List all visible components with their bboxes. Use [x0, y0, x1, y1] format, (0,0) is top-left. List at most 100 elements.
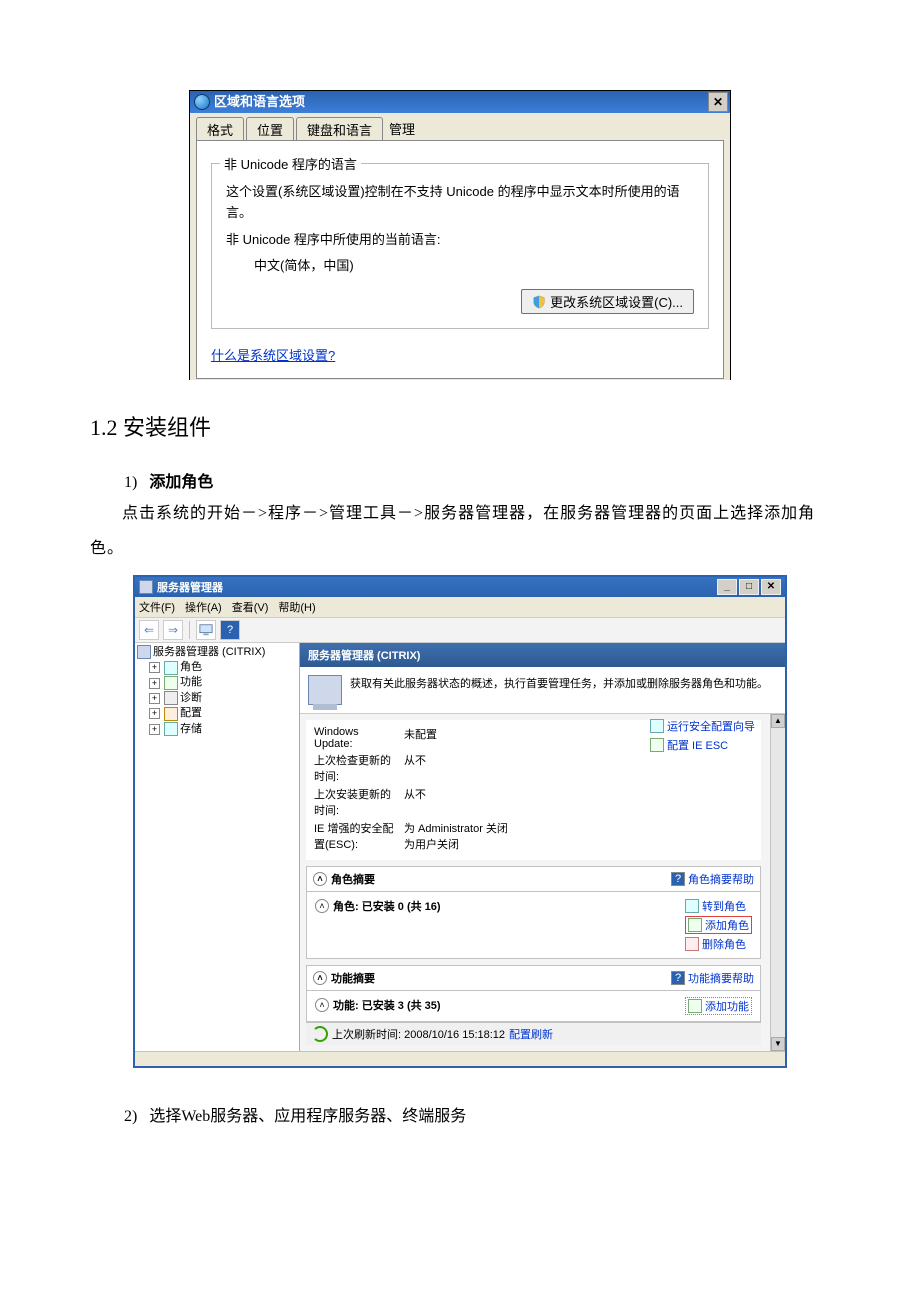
last-refresh-text: 上次刷新时间: 2008/10/16 15:18:12: [332, 1026, 505, 1042]
tree-store[interactable]: + 存储: [149, 722, 297, 737]
expand-icon[interactable]: +: [149, 678, 160, 689]
tree-store-label: 存储: [180, 722, 202, 737]
nav-fwd-button[interactable]: [163, 620, 183, 640]
scroll-up-button[interactable]: ▲: [771, 714, 785, 728]
menu-view[interactable]: 查看(V): [232, 599, 269, 615]
statusbar: [135, 1051, 785, 1066]
server-image-icon: [308, 675, 342, 705]
add-icon: [688, 918, 702, 932]
menu-action[interactable]: 操作(A): [185, 599, 222, 615]
expand-icon[interactable]: +: [149, 662, 160, 673]
tree-root[interactable]: 服务器管理器 (CITRIX): [137, 645, 297, 660]
ieesc-icon: [650, 738, 664, 752]
delete-icon: [685, 937, 699, 951]
help-icon: ?: [671, 872, 685, 886]
non-unicode-group: 非 Unicode 程序的语言 这个设置(系统区域设置)控制在不支持 Unico…: [211, 163, 709, 329]
role-help-label: 角色摘要帮助: [688, 871, 754, 887]
add-role-label: 添加角色: [705, 917, 749, 933]
lastcheck-label: 上次检查更新的时间:: [314, 752, 396, 784]
store-icon: [164, 722, 178, 736]
menu-help[interactable]: 帮助(H): [278, 599, 315, 615]
globe-icon: [194, 94, 210, 110]
tree-roles[interactable]: + 角色: [149, 660, 297, 675]
goto-roles-label: 转到角色: [702, 898, 746, 914]
scroll-down-button[interactable]: ▼: [771, 1037, 785, 1051]
wizard-icon: [650, 719, 664, 733]
feat-section-body: ˄ 功能: 已安装 3 (共 35) 添加功能: [306, 991, 761, 1022]
tree-conf[interactable]: + 配置: [149, 706, 297, 721]
tab-format[interactable]: 格式: [196, 117, 244, 141]
vertical-scrollbar[interactable]: ▲ ▼: [770, 714, 785, 1051]
step-2-num: 2): [124, 1108, 137, 1125]
step-1-num: 1): [124, 474, 137, 491]
dialog-titlebar[interactable]: 区域和语言选项 ✕: [190, 91, 730, 113]
tab-location[interactable]: 位置: [246, 117, 294, 141]
lastinstall-value: 从不: [404, 786, 426, 818]
current-lang-value: 中文(简体，中国): [254, 256, 694, 277]
content-desc: 获取有关此服务器状态的概述，执行首要管理任务，并添加或删除服务器角色和功能。: [350, 675, 768, 691]
link-sec-wizard[interactable]: 运行安全配置向导: [650, 718, 755, 734]
ieesc-value-2: 为用户关闭: [404, 836, 508, 852]
maximize-button[interactable]: □: [739, 579, 759, 595]
winupdate-label: Windows Update:: [314, 726, 396, 750]
role-section-header[interactable]: ˄ 角色摘要 ? 角色摘要帮助: [306, 866, 761, 892]
close-button[interactable]: ✕: [761, 579, 781, 595]
close-button[interactable]: ✕: [708, 92, 728, 112]
nav-back-button[interactable]: [139, 620, 159, 640]
feat-section-title: 功能摘要: [331, 970, 375, 986]
expand-icon[interactable]: +: [149, 693, 160, 704]
ieesc-label: IE 增强的安全配置(ESC):: [314, 820, 396, 852]
tree-features-label: 功能: [180, 675, 202, 690]
del-role-label: 删除角色: [702, 936, 746, 952]
tree-diag[interactable]: + 诊断: [149, 691, 297, 706]
change-locale-button[interactable]: 更改系统区域设置(C)...: [521, 289, 694, 314]
role-help-link[interactable]: ? 角色摘要帮助: [671, 871, 754, 887]
refresh-footer: 上次刷新时间: 2008/10/16 15:18:12 配置刷新: [306, 1022, 761, 1045]
role-section-body: ˄ 角色: 已安装 0 (共 16) 转到角色 添加角色: [306, 892, 761, 959]
feat-help-link[interactable]: ? 功能摘要帮助: [671, 970, 754, 986]
group-desc: 这个设置(系统区域设置)控制在不支持 Unicode 的程序中显示文本时所使用的…: [226, 182, 694, 224]
tree-features[interactable]: + 功能: [149, 675, 297, 690]
row-lastinstall: 上次安装更新的时间: 从不: [314, 786, 753, 818]
tab-body: 非 Unicode 程序的语言 这个设置(系统区域设置)控制在不支持 Unico…: [196, 140, 724, 379]
expand-icon[interactable]: +: [149, 708, 160, 719]
dialog-title-text: 区域和语言选项: [214, 91, 305, 113]
link-ieesc[interactable]: 配置 IE ESC: [650, 737, 755, 753]
menu-file[interactable]: 文件(F): [139, 599, 175, 615]
region-language-dialog: 区域和语言选项 ✕ 格式 位置 键盘和语言 管理 非 Unicode 程序的语言…: [189, 90, 731, 380]
tab-admin[interactable]: 管理: [385, 117, 425, 141]
step-1-text: 点击系统的开始－>程序－>管理工具－>服务器管理器，在服务器管理器的页面上选择添…: [90, 496, 830, 566]
current-lang-label: 非 Unicode 程序中所使用的当前语言:: [226, 230, 694, 251]
link-ieesc-label: 配置 IE ESC: [667, 737, 728, 753]
change-locale-label: 更改系统区域设置(C)...: [550, 292, 683, 311]
role-section-title: 角色摘要: [331, 871, 375, 887]
help-icon: ?: [671, 971, 685, 985]
close-icon: ✕: [713, 91, 723, 113]
refresh-icon: [312, 1026, 328, 1042]
caret-up-icon: ˄: [315, 899, 329, 913]
conf-icon: [164, 707, 178, 721]
tabs: 格式 位置 键盘和语言 管理: [190, 113, 730, 141]
configure-refresh-link[interactable]: 配置刷新: [509, 1026, 553, 1042]
what-is-locale-link[interactable]: 什么是系统区域设置?: [211, 348, 335, 363]
expand-icon[interactable]: +: [149, 724, 160, 735]
minimize-button[interactable]: _: [717, 579, 737, 595]
sm-titlebar[interactable]: 服务器管理器 _ □ ✕: [135, 577, 785, 597]
lastcheck-value: 从不: [404, 752, 426, 784]
lastinstall-label: 上次安装更新的时间:: [314, 786, 396, 818]
diag-icon: [164, 691, 178, 705]
properties-button[interactable]: [196, 620, 216, 640]
row-ieesc: IE 增强的安全配置(ESC): 为 Administrator 关闭 为用户关…: [314, 820, 753, 852]
add-feature-link[interactable]: 添加功能: [685, 997, 752, 1015]
server-icon: [137, 645, 151, 659]
server-manager-window: 服务器管理器 _ □ ✕ 文件(F) 操作(A) 查看(V) 帮助(H): [133, 575, 787, 1068]
step-1-label: 添加角色: [149, 474, 213, 491]
goto-roles-link[interactable]: 转到角色: [685, 898, 752, 914]
add-role-link[interactable]: 添加角色: [685, 916, 752, 934]
tab-keyboard[interactable]: 键盘和语言: [296, 117, 383, 141]
roles-icon: [164, 661, 178, 675]
del-role-link[interactable]: 删除角色: [685, 936, 752, 952]
help-button[interactable]: ?: [220, 620, 240, 640]
feat-section-header[interactable]: ˄ 功能摘要 ? 功能摘要帮助: [306, 965, 761, 991]
menubar: 文件(F) 操作(A) 查看(V) 帮助(H): [135, 597, 785, 617]
